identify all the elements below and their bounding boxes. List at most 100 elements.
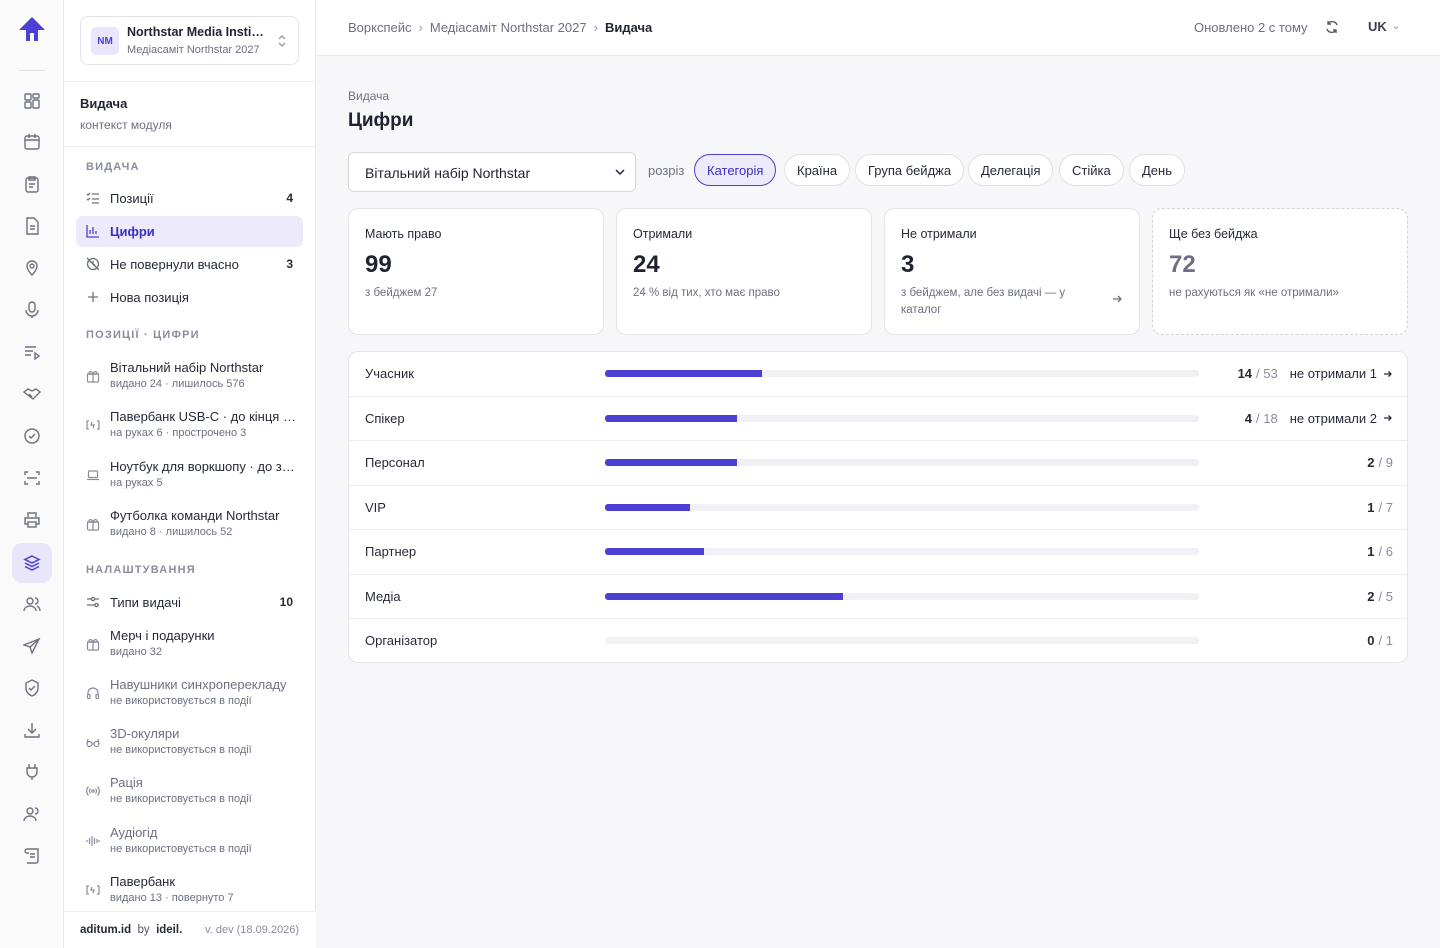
chip-badge-group[interactable]: Група бейджа: [855, 154, 965, 186]
sidebar-item-new-position[interactable]: Нова позиція: [76, 282, 303, 313]
issue-type-item[interactable]: Рація не використовується в події: [76, 773, 303, 813]
issue-type-item[interactable]: Навушники синхроперекладу не використову…: [76, 675, 303, 715]
progress-bar: [605, 592, 843, 600]
sliders-icon: [87, 596, 99, 608]
language-switcher[interactable]: UK ⌄: [1368, 19, 1400, 34]
sidebar-divider: [64, 81, 316, 82]
dashboard-icon[interactable]: [12, 81, 52, 121]
chevron-updown-icon: [278, 35, 286, 47]
stat-card-no-badge: Ще без бейджа 72 не рахуються як «не отр…: [1152, 208, 1408, 335]
plug-icon[interactable]: [12, 752, 52, 792]
progress-track: [605, 459, 1199, 466]
breadcrumb-workspace[interactable]: Воркспейс: [348, 20, 412, 35]
table-row: Персонал 2/ 9: [349, 441, 1407, 486]
laptop-icon: [87, 470, 99, 481]
playlist-icon[interactable]: [12, 332, 52, 372]
location-pin-icon[interactable]: [12, 248, 52, 288]
context-subtitle: контекст модуля: [80, 118, 172, 132]
not-received-link[interactable]: не отримали 1: [1290, 366, 1377, 381]
chip-stand[interactable]: Стійка: [1059, 154, 1124, 186]
category-name: VIP: [365, 499, 386, 515]
count-values: 0/ 1: [1367, 633, 1393, 648]
scan-icon[interactable]: [12, 458, 52, 498]
calendar-icon[interactable]: [12, 122, 52, 162]
table-row: Медіа 2/ 5: [349, 575, 1407, 619]
table-row[interactable]: Учасник 14/ 53 не отримали 1: [349, 352, 1407, 397]
section-label-settings: НАЛАШТУВАННЯ: [86, 564, 196, 576]
not-received-link[interactable]: не отримали 2: [1290, 411, 1377, 426]
position-item[interactable]: Павербанк USB-C · до кінця дня на руках …: [76, 407, 303, 447]
position-item[interactable]: Ноутбук для воркшопу · до завершення на …: [76, 457, 303, 497]
app-rail: [0, 0, 64, 948]
stat-card-received: Отримали 24 24 % від тих, хто має право: [616, 208, 872, 335]
received-count: 14: [1237, 366, 1253, 381]
printer-icon[interactable]: [12, 500, 52, 540]
shield-icon[interactable]: [12, 668, 52, 708]
check-circle-icon[interactable]: [12, 416, 52, 456]
chevron-down-icon: ⌄: [1391, 21, 1401, 32]
category-name: Організатор: [365, 633, 438, 648]
microphone-icon[interactable]: [12, 290, 52, 330]
module-sidebar: NM Northstar Media Institute Медіасаміт …: [64, 0, 316, 948]
arrow-right-icon: [1384, 370, 1392, 377]
scroll-icon[interactable]: [12, 836, 52, 876]
top-bar: Воркспейс › Медіасаміт Northstar 2027 › …: [316, 0, 1440, 56]
received-count: 1: [1367, 544, 1375, 559]
issue-type-item[interactable]: Мерч і подарунки видано 32: [76, 626, 303, 666]
arrow-right-icon: [1384, 415, 1392, 421]
progress-track: [605, 548, 1199, 555]
eligible-count: / 1: [1378, 633, 1393, 648]
sidebar-item-overdue[interactable]: Не повернули вчасно 3: [76, 249, 303, 280]
checklist-icon: [86, 192, 99, 204]
refresh-icon[interactable]: [1324, 19, 1340, 35]
page-pretitle: Видача: [348, 89, 390, 103]
chip-category[interactable]: Категорія: [694, 154, 777, 186]
received-count: 2: [1367, 588, 1375, 604]
position-item[interactable]: Футболка команди Northstar видано 8 · ли…: [76, 506, 303, 546]
sidebar-footer: aditum.id by ideil. v. dev (18.09.2026): [64, 911, 316, 948]
event-name: Медіасаміт Northstar 2027: [127, 44, 260, 56]
boxes-icon[interactable]: [12, 543, 52, 583]
progress-track: [605, 370, 1199, 377]
org-switcher[interactable]: NM Northstar Media Institute Медіасаміт …: [80, 16, 299, 65]
send-icon[interactable]: [12, 626, 52, 666]
sidebar-item-label: Позиції: [110, 191, 154, 206]
clipboard-icon[interactable]: [12, 164, 52, 204]
category-name: Учасник: [365, 366, 414, 381]
sidebar-item-label: Типи видачі: [110, 595, 181, 610]
document-icon[interactable]: [12, 206, 52, 246]
download-icon[interactable]: [12, 710, 52, 750]
sidebar-item-issue-types[interactable]: Типи видачі 10: [76, 587, 303, 618]
sidebar-divider: [64, 146, 316, 147]
eligible-count: / 5: [1378, 588, 1393, 604]
handshake-icon[interactable]: [12, 374, 52, 414]
table-row[interactable]: Спікер 4/ 18 не отримали 2: [349, 397, 1407, 441]
position-item[interactable]: Вітальний набір Northstar видано 24 · ли…: [76, 358, 303, 398]
issue-type-item[interactable]: Аудіогід не використовується в події: [76, 823, 303, 863]
issue-type-item[interactable]: 3D-окуляри не використовується в події: [76, 724, 303, 764]
sidebar-item-numbers[interactable]: Цифри: [76, 216, 303, 247]
count-values: 2/ 9: [1367, 455, 1393, 470]
position-select[interactable]: Вітальний набір Northstar: [348, 152, 636, 192]
category-name: Персонал: [365, 455, 425, 470]
breakdown-label: розріз: [648, 163, 685, 178]
count-values: 2/ 5: [1367, 589, 1393, 604]
sidebar-item-count: 10: [279, 595, 293, 609]
issue-type-item[interactable]: Павербанк видано 13 · повернуто 7: [76, 872, 303, 912]
sidebar-item-label: Нова позиція: [110, 290, 189, 305]
chip-delegation[interactable]: Делегація: [968, 154, 1054, 186]
section-label-issue: ВИДАЧА: [86, 161, 140, 173]
stat-card-not-received[interactable]: Не отримали 3 з бейджем, але без видачі …: [884, 208, 1140, 335]
users-icon[interactable]: [12, 584, 52, 624]
last-updated: Оновлено 2 с тому: [1194, 20, 1308, 35]
app-logo-icon[interactable]: [16, 14, 48, 46]
count-values: 14/ 53 не отримали 1: [1238, 366, 1393, 381]
breadcrumb: Воркспейс › Медіасаміт Northstar 2027 › …: [348, 20, 653, 35]
progress-bar: [605, 503, 690, 511]
breadcrumb-event[interactable]: Медіасаміт Northstar 2027: [430, 20, 587, 35]
gift-icon: [86, 639, 100, 651]
chip-day[interactable]: День: [1129, 154, 1185, 186]
team-icon[interactable]: [12, 794, 52, 834]
sidebar-item-positions[interactable]: Позиції 4: [76, 183, 303, 214]
chip-country[interactable]: Країна: [784, 154, 851, 186]
